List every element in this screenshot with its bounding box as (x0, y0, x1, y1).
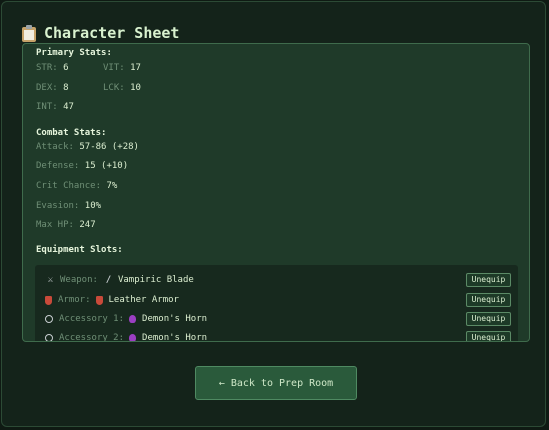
equipment-slot-armor: Armor: Leather Armor Unequip (45, 293, 511, 307)
shield-icon (95, 295, 103, 305)
stat-defense-value: 15 (+10) (84, 161, 129, 171)
slot-label: Armor: (58, 295, 91, 305)
page-title: Character Sheet (22, 21, 179, 45)
horn-icon (129, 315, 137, 323)
page-title-text: Character Sheet (44, 24, 180, 42)
stat-lck-label: LCK: (103, 83, 125, 93)
slot-label: Accessory 1: (59, 314, 125, 324)
stat-int-label: INT: (36, 102, 58, 112)
shield-icon (45, 295, 52, 305)
stat-int: INT: 47 (36, 102, 74, 112)
stat-lck: LCK: 10 (103, 83, 141, 93)
stat-maxhp-label: Max HP: (36, 220, 74, 230)
stat-crit-label: Crit Chance: (36, 181, 102, 191)
item-name: Demon's Horn (142, 333, 208, 342)
combat-stats-title: Combat Stats: (36, 128, 107, 138)
stat-evasion-value: 10% (84, 201, 102, 211)
stat-vit-value: 17 (130, 63, 141, 73)
clipboard-icon (22, 24, 36, 42)
stat-maxhp: Max HP: 247 (36, 220, 96, 230)
stat-attack-value: 57-86 (+28) (79, 142, 139, 152)
stat-crit-value: 7% (106, 181, 118, 191)
unequip-accessory-2-button[interactable]: Unequip (466, 331, 511, 341)
equipment-slot-weapon: Weapon: Vampiric Blade Unequip (45, 273, 511, 287)
equipment-slots-title: Equipment Slots: (36, 245, 123, 255)
stat-defense: Defense: 15 (+10) (36, 161, 128, 171)
unequip-armor-button[interactable]: Unequip (466, 293, 511, 307)
stat-evasion: Evasion: 10% (36, 201, 101, 211)
stat-dex-label: DEX: (36, 83, 58, 93)
slot-label: Weapon: (60, 275, 98, 285)
primary-stats-title: Primary Stats: (36, 48, 112, 58)
stat-vit-label: VIT: (103, 63, 125, 73)
item-name: Demon's Horn (142, 314, 208, 324)
equipment-slot-accessory-2: Accessory 2: Demon's Horn Unequip (45, 331, 511, 342)
stat-maxhp-value: 247 (79, 220, 96, 230)
stat-int-value: 47 (63, 102, 74, 112)
crossed-swords-icon (45, 275, 56, 286)
back-to-prep-room-button[interactable]: ← Back to Prep Room (195, 366, 357, 400)
horn-icon (129, 334, 137, 341)
stat-str: STR: 6 (36, 63, 69, 73)
item-name: Leather Armor (108, 295, 179, 305)
stat-defense-label: Defense: (36, 161, 80, 171)
character-sheet-window: Character Sheet Primary Stats: STR: 6 VI… (1, 1, 546, 427)
unequip-weapon-button[interactable]: Unequip (466, 273, 511, 287)
slot-label: Accessory 2: (59, 333, 125, 342)
stat-lck-value: 10 (130, 83, 141, 93)
stat-str-value: 6 (63, 63, 69, 73)
equipment-list[interactable]: Weapon: Vampiric Blade Unequip Armor: Le… (35, 265, 518, 342)
equipment-slot-accessory-1: Accessory 1: Demon's Horn Unequip (45, 312, 511, 326)
stat-crit: Crit Chance: 7% (36, 181, 117, 191)
stat-dex: DEX: 8 (36, 83, 69, 93)
stat-attack: Attack: 57-86 (+28) (36, 142, 139, 152)
stat-vit: VIT: 17 (103, 63, 141, 73)
unequip-accessory-1-button[interactable]: Unequip (466, 312, 511, 326)
stat-evasion-label: Evasion: (36, 201, 80, 211)
ring-icon (45, 334, 53, 341)
blade-icon (103, 275, 114, 286)
stat-attack-label: Attack: (36, 142, 74, 152)
ring-icon (45, 315, 53, 323)
stat-str-label: STR: (36, 63, 58, 73)
stats-panel: Primary Stats: STR: 6 VIT: 17 DEX: 8 LCK… (22, 43, 530, 342)
item-name: Vampiric Blade (117, 275, 194, 285)
stat-dex-value: 8 (63, 83, 69, 93)
